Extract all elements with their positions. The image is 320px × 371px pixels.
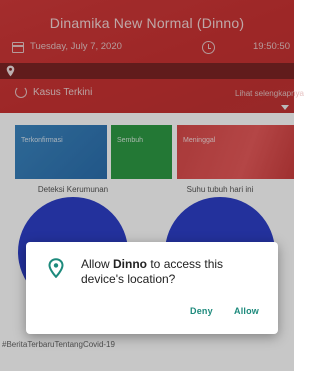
dialog-message: Allow Dinno to access this device's loca… xyxy=(81,257,261,287)
dialog-prefix: Allow xyxy=(81,257,114,271)
allow-button[interactable]: Allow xyxy=(234,306,259,316)
dialog-app-name: Dinno xyxy=(113,257,148,271)
location-pin-icon xyxy=(48,258,64,278)
deny-button[interactable]: Deny xyxy=(190,306,213,316)
location-permission-dialog: Allow Dinno to access this device's loca… xyxy=(26,242,278,334)
app-screen: Dinamika New Normal (Dinno) Tuesday, Jul… xyxy=(0,0,304,371)
